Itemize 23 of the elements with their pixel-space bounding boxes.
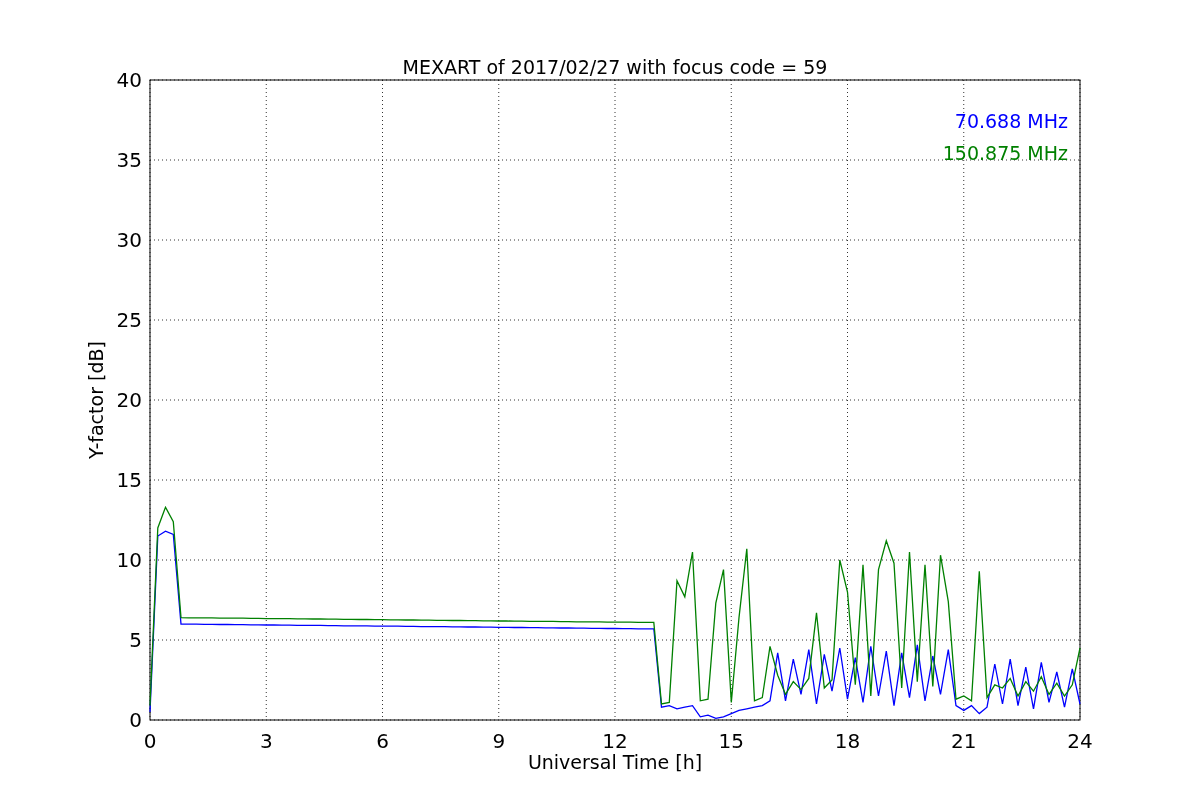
chart-title: MEXART of 2017/02/27 with focus code = 59 (402, 56, 828, 78)
y-tick-label: 20 (116, 388, 142, 412)
x-tick-label: 0 (143, 729, 157, 753)
y-tick-label: 40 (116, 68, 142, 92)
y-tick-label: 5 (129, 628, 142, 652)
legend-label: 150.875 MHz (942, 142, 1068, 164)
y-tick-label: 35 (116, 148, 142, 172)
y-tick-label: 0 (129, 708, 142, 732)
x-tick-label: 18 (834, 729, 861, 753)
x-tick-label: 12 (602, 729, 628, 753)
x-axis-label: Universal Time [h] (527, 751, 703, 773)
x-tick-label: 6 (376, 729, 389, 753)
x-tick-label: 24 (1067, 729, 1093, 753)
y-tick-label: 25 (116, 308, 142, 332)
y-tick-label: 15 (116, 468, 142, 492)
y-axis-label: Y-factor [dB] (85, 341, 107, 459)
x-tick-label: 3 (259, 729, 273, 753)
legend-label: 70.688 MHz (954, 110, 1068, 132)
x-tick-label: 15 (718, 729, 744, 753)
y-tick-label: 10 (116, 548, 142, 572)
x-tick-label: 9 (492, 729, 506, 753)
y-tick-label: 30 (116, 228, 142, 252)
x-tick-label: 21 (951, 729, 977, 753)
